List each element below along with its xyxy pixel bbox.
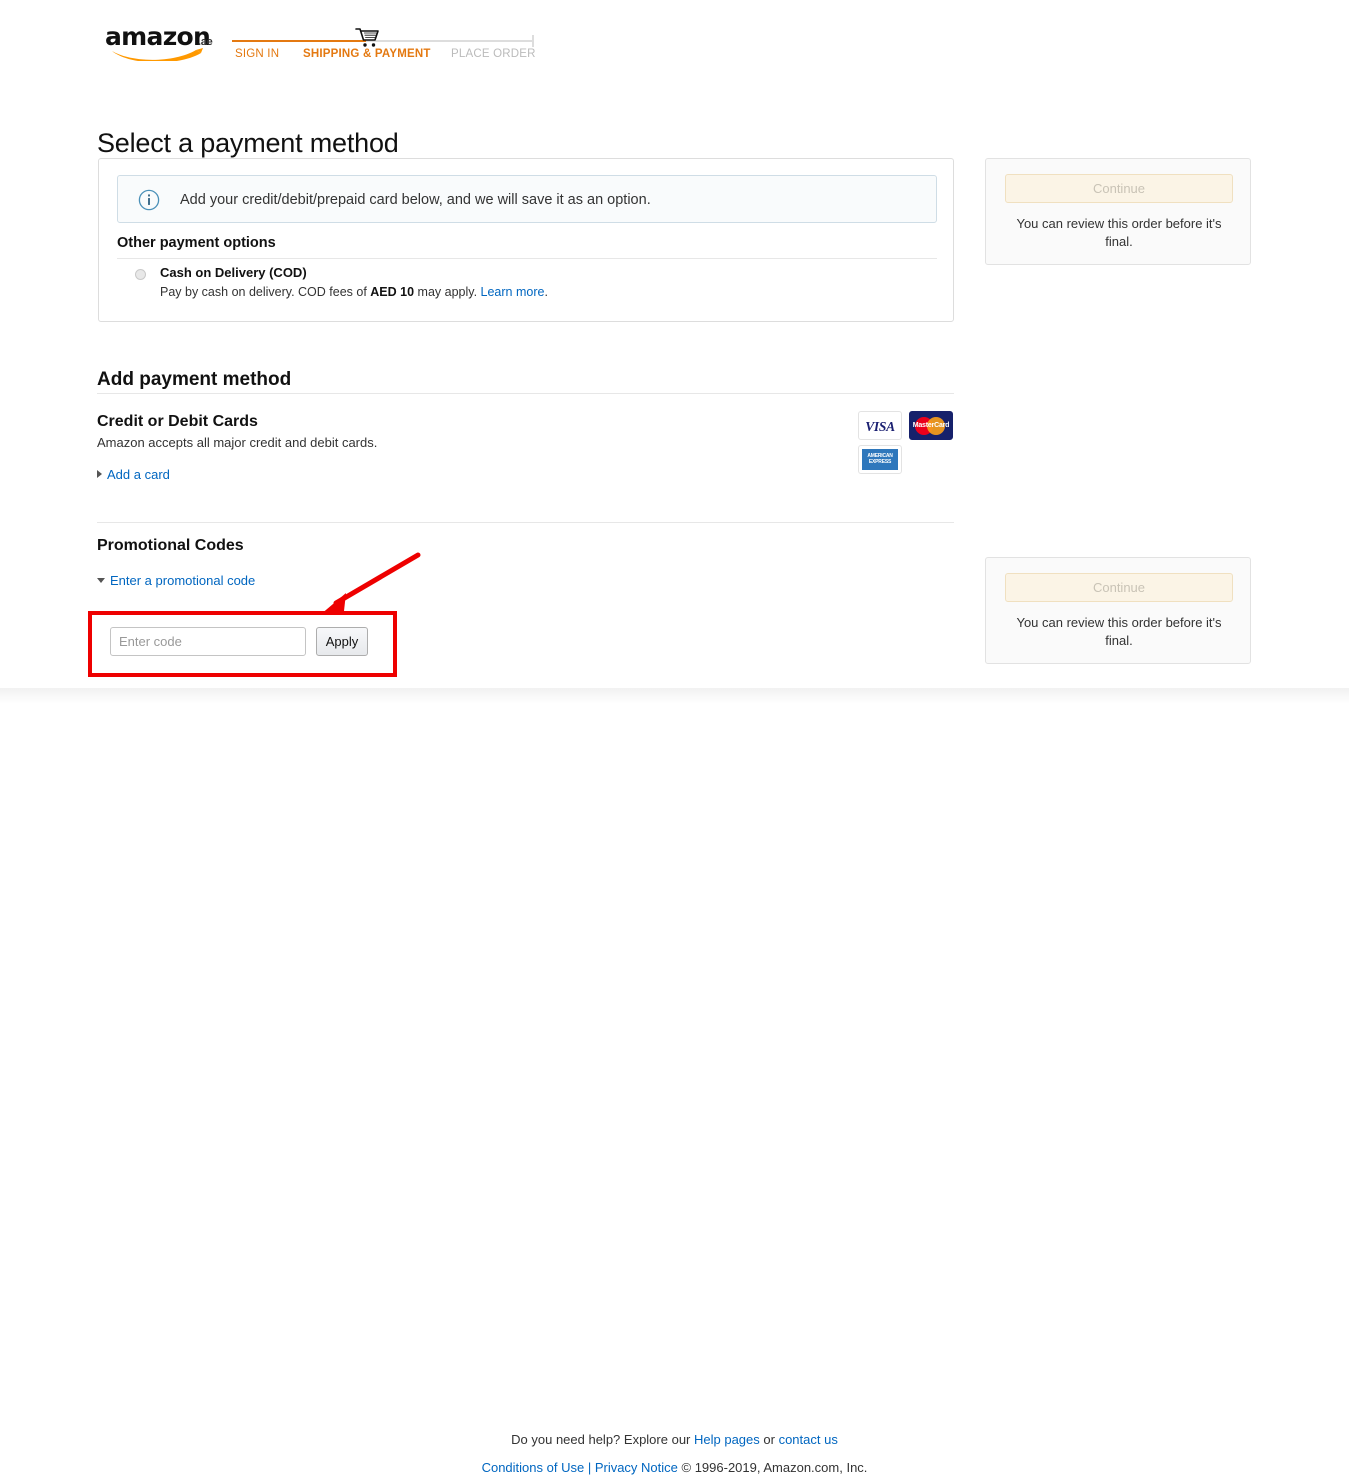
footer-legal-line: Conditions of Use | Privacy Notice © 199…: [0, 1460, 1349, 1475]
continue-button-bottom[interactable]: Continue: [1005, 573, 1233, 602]
help-pages-link[interactable]: Help pages: [694, 1432, 760, 1447]
promotional-codes-heading: Promotional Codes: [97, 537, 244, 554]
accepted-card-logos: VISA MasterCard AMERICAN EXPRESS: [858, 411, 958, 481]
continue-note-bottom: You can review this order before it's fi…: [1016, 615, 1222, 648]
chevron-right-icon: [97, 470, 102, 478]
panel-divider: [117, 258, 937, 259]
mastercard-logo-label: MasterCard: [912, 422, 950, 429]
tracker-progress-remaining: [366, 40, 534, 42]
enter-promotional-code-toggle[interactable]: Enter a promotional code: [97, 573, 255, 588]
promo-code-input[interactable]: [110, 627, 306, 656]
payment-option-description-cod: Pay by cash on delivery. COD fees of AED…: [160, 285, 548, 299]
checkout-progress-tracker: SIGN IN SHIPPING & PAYMENT PLACE ORDER: [232, 28, 536, 70]
add-a-card-link[interactable]: Add a card: [97, 467, 170, 482]
footer-shadow-divider: [0, 688, 1349, 704]
order-summary-box-top: Continue You can review this order befor…: [985, 158, 1251, 265]
footer-copyright: © 1996-2019, Amazon.com, Inc.: [677, 1460, 868, 1475]
cod-desc-end: .: [544, 285, 548, 299]
footer-pipe-separator: |: [584, 1460, 595, 1475]
amex-logo-label: AMERICAN EXPRESS: [867, 453, 893, 465]
order-summary-box-bottom: Continue You can review this order befor…: [985, 557, 1251, 664]
add-payment-method-heading: Add payment method: [97, 368, 292, 390]
other-payment-options-heading: Other payment options: [117, 235, 276, 251]
info-circle-icon: [138, 189, 160, 211]
apply-promo-button[interactable]: Apply: [316, 627, 368, 656]
learn-more-link[interactable]: Learn more: [481, 285, 545, 299]
annotation-arrow-icon: [320, 552, 421, 615]
cod-desc-pre: Pay by cash on delivery. COD fees of: [160, 285, 371, 299]
tracker-progress-completed: [232, 40, 366, 42]
privacy-notice-link[interactable]: Privacy Notice: [595, 1460, 678, 1475]
page-title: Select a payment method: [97, 128, 399, 159]
page-header: amazon .ae SIGN IN SHIPPING & PAYMENT PL…: [0, 0, 1349, 82]
enter-promotional-code-label: Enter a promotional code: [110, 573, 256, 588]
page-footer: Do you need help? Explore our Help pages…: [0, 704, 1349, 1475]
tracker-endcap: [532, 35, 534, 47]
footer-help-pre: Do you need help? Explore our: [511, 1432, 694, 1447]
continue-button-top[interactable]: Continue: [1005, 174, 1233, 203]
mastercard-card-logo: MasterCard: [909, 411, 953, 440]
amex-card-logo: AMERICAN EXPRESS: [858, 445, 902, 474]
payment-option-title-cod: Cash on Delivery (COD): [160, 265, 307, 280]
cod-fee-amount: AED 10: [370, 285, 415, 299]
amazon-smile-icon: [112, 48, 203, 61]
info-alert-box: Add your credit/debit/prepaid card below…: [117, 175, 937, 223]
visa-logo-label: VISA: [865, 419, 895, 434]
amazon-logo-wordmark: amazon: [105, 22, 211, 51]
cod-desc-post: may apply.: [414, 285, 481, 299]
credit-debit-cards-subtext: Amazon accepts all major credit and debi…: [97, 435, 378, 450]
info-alert-text: Add your credit/debit/prepaid card below…: [180, 192, 651, 208]
credit-debit-cards-heading: Credit or Debit Cards: [97, 413, 258, 430]
tracker-step-shipping-payment[interactable]: SHIPPING & PAYMENT: [303, 48, 431, 60]
tracker-step-sign-in[interactable]: SIGN IN: [235, 48, 279, 60]
continue-note-top: You can review this order before it's fi…: [1016, 216, 1222, 249]
add-a-card-label: Add a card: [107, 467, 170, 482]
contact-us-link[interactable]: contact us: [779, 1432, 838, 1447]
section-divider-bottom: [97, 522, 954, 523]
conditions-of-use-link[interactable]: Conditions of Use: [482, 1460, 585, 1475]
footer-help-mid: or: [759, 1432, 779, 1447]
tracker-step-place-order: PLACE ORDER: [451, 48, 536, 60]
chevron-down-icon: [97, 578, 105, 583]
shopping-cart-icon: [355, 28, 379, 47]
payment-method-panel: Add your credit/debit/prepaid card below…: [98, 158, 954, 322]
visa-card-logo: VISA: [858, 411, 902, 440]
section-divider-top: [97, 393, 954, 394]
footer-help-line: Do you need help? Explore our Help pages…: [0, 1432, 1349, 1447]
amazon-logo[interactable]: amazon .ae: [105, 22, 217, 61]
radio-button-cod[interactable]: [135, 269, 146, 280]
